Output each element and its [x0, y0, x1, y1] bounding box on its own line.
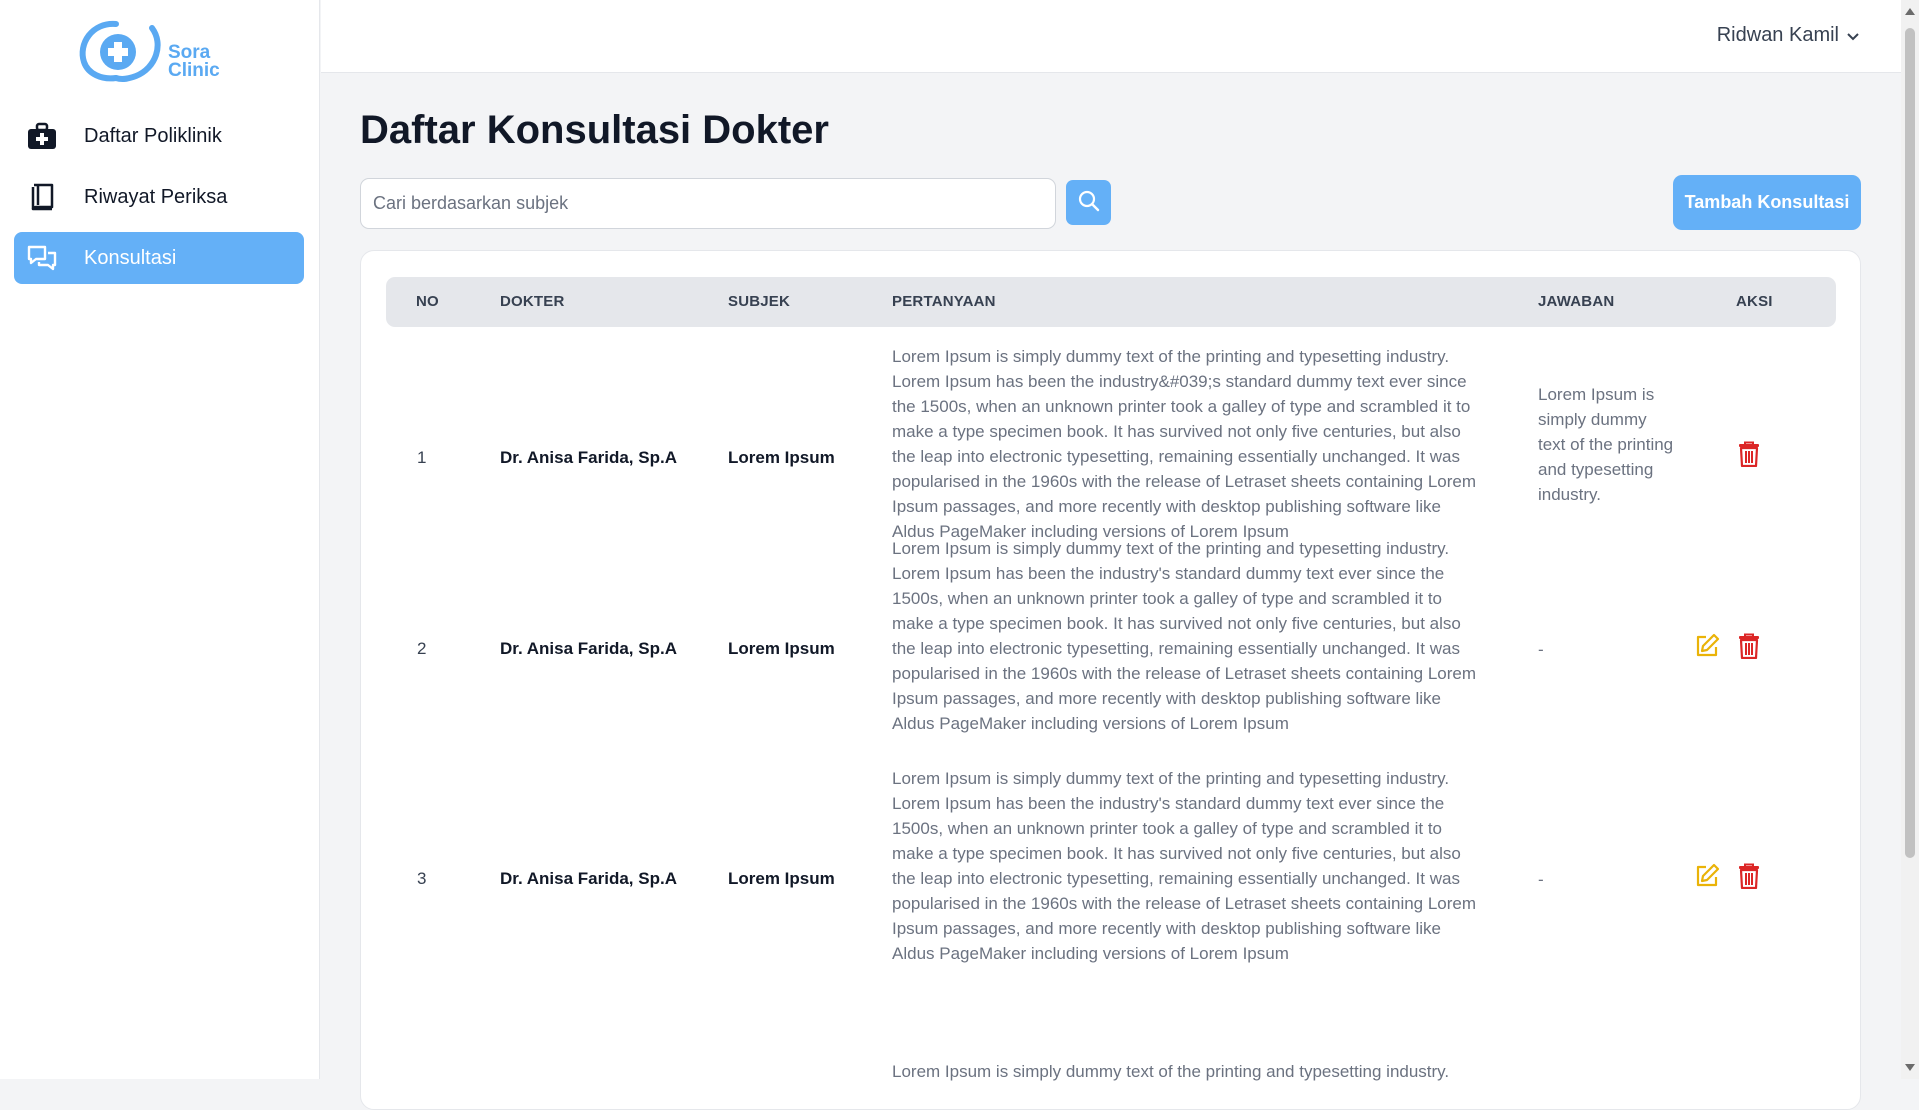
chat-icon — [26, 242, 58, 274]
brand-name-line2: Clinic — [168, 60, 220, 81]
search-input[interactable] — [360, 178, 1056, 229]
header-no: NO — [416, 293, 439, 310]
edit-icon — [1696, 633, 1720, 657]
cell-no: 3 — [417, 869, 427, 888]
book-icon — [26, 181, 58, 213]
header-pertanyaan: PERTANYAAN — [892, 293, 996, 310]
table-row: 3 Dr. Anisa Farida, Sp.A Lorem Ipsum Lor… — [386, 769, 1836, 1026]
sidebar-item-daftar-poliklinik[interactable]: Daftar Poliklinik — [14, 110, 304, 162]
cell-subjek: Lorem Ipsum — [728, 869, 835, 888]
sidebar-item-konsultasi[interactable]: Konsultasi — [14, 232, 304, 284]
page-scrollbar[interactable] — [1901, 0, 1919, 1079]
delete-button[interactable] — [1735, 440, 1763, 468]
user-menu[interactable]: Ridwan Kamil — [1717, 24, 1859, 47]
header-dokter: DOKTER — [500, 293, 565, 310]
scrollbar-thumb[interactable] — [1905, 28, 1915, 858]
delete-button[interactable] — [1735, 632, 1763, 660]
cell-pertanyaan: Lorem Ipsum is simply dummy text of the … — [892, 769, 1477, 963]
trash-icon — [1739, 863, 1759, 889]
brand-logo[interactable]: Sora Clinic — [76, 18, 246, 86]
header-subjek: SUBJEK — [728, 293, 791, 310]
cell-jawaban: - — [1538, 870, 1544, 889]
medical-kit-icon — [26, 120, 58, 152]
cell-jawaban: Lorem Ipsum is simply dummy text of the … — [1538, 385, 1674, 504]
header-jawaban: JAWABAN — [1538, 293, 1615, 310]
trash-icon — [1739, 441, 1759, 467]
cell-no: 1 — [417, 448, 427, 467]
delete-button[interactable] — [1735, 862, 1763, 890]
header-aksi: AKSI — [1736, 293, 1773, 310]
cell-subjek: Lorem Ipsum — [728, 448, 835, 467]
page-title: Daftar Konsultasi Dokter — [360, 108, 829, 152]
sidebar-item-label: Konsultasi — [84, 246, 177, 269]
table-row: Lorem Ipsum is simply dummy text of the … — [386, 1056, 1836, 1109]
edit-icon — [1696, 863, 1720, 887]
chevron-down-icon — [1847, 24, 1859, 47]
cell-dokter: Dr. Anisa Farida, Sp.A — [500, 869, 677, 888]
brand-name: Sora Clinic — [168, 43, 220, 81]
trash-icon — [1739, 633, 1759, 659]
sidebar-nav: Daftar Poliklinik Riwayat Periksa Konsul… — [14, 110, 304, 293]
cell-subjek: Lorem Ipsum — [728, 639, 835, 658]
cell-dokter: Dr. Anisa Farida, Sp.A — [500, 639, 677, 658]
consultation-table-card: NO DOKTER SUBJEK PERTANYAAN JAWABAN AKSI… — [360, 250, 1861, 1110]
scroll-down-arrow-icon[interactable] — [1905, 1064, 1915, 1071]
edit-button[interactable] — [1693, 632, 1721, 660]
table-header: NO DOKTER SUBJEK PERTANYAAN JAWABAN AKSI — [386, 277, 1836, 327]
cell-pertanyaan: Lorem Ipsum is simply dummy text of the … — [892, 539, 1477, 733]
cell-no: 2 — [417, 639, 427, 658]
edit-button[interactable] — [1693, 862, 1721, 890]
sidebar-item-label: Riwayat Periksa — [84, 185, 228, 208]
cell-dokter: Dr. Anisa Farida, Sp.A — [500, 448, 677, 467]
sidebar-item-label: Daftar Poliklinik — [84, 124, 222, 147]
cell-pertanyaan: Lorem Ipsum is simply dummy text of the … — [892, 1062, 1450, 1081]
search-icon — [1078, 190, 1100, 215]
top-bar: Ridwan Kamil — [321, 0, 1901, 73]
user-name: Ridwan Kamil — [1716, 24, 1839, 46]
sidebar-item-riwayat-periksa[interactable]: Riwayat Periksa — [14, 171, 304, 223]
clinic-logo-icon — [79, 20, 161, 83]
cell-pertanyaan: Lorem Ipsum is simply dummy text of the … — [892, 347, 1477, 541]
cell-jawaban: - — [1538, 640, 1544, 659]
add-consultation-button[interactable]: Tambah Konsultasi — [1673, 175, 1861, 230]
scroll-up-arrow-icon[interactable] — [1905, 8, 1915, 15]
search-button[interactable] — [1066, 180, 1111, 225]
sidebar: Sora Clinic Daftar Poliklinik Riwayat Pe… — [0, 0, 320, 1079]
